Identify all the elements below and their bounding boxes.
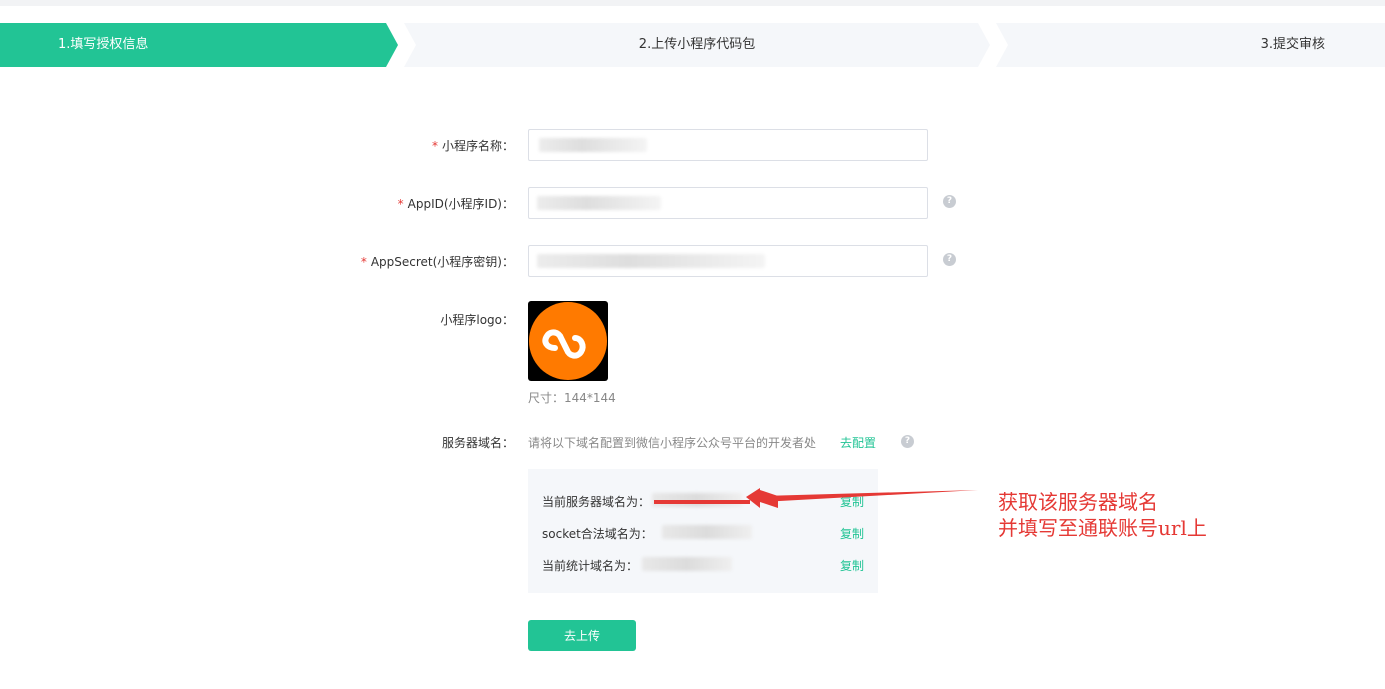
annotation-line-1: 获取该服务器域名 [998, 490, 1158, 514]
stepper: 1.填写授权信息 2.上传小程序代码包 3.提交审核 [0, 23, 1385, 67]
appid-input[interactable] [528, 187, 928, 219]
stats-domain-row: 当前统计域名为： [542, 559, 639, 573]
step-fill-auth-info[interactable]: 1.填写授权信息 [0, 23, 398, 67]
step-label: 2.上传小程序代码包 [638, 37, 756, 52]
logo-size-note: 尺寸：144*144 [528, 391, 616, 405]
go-config-link[interactable]: 去配置 [840, 434, 876, 451]
required-mark: * [397, 197, 404, 211]
mini-program-logo[interactable] [528, 301, 608, 381]
copy-stats-domain-button[interactable]: 复制 [840, 557, 864, 574]
mini-program-name-input[interactable] [528, 129, 928, 161]
redacted-value [537, 254, 765, 268]
question-mark-icon[interactable]: ? [943, 195, 956, 208]
annotation-line-2: 并填写至通联账号url上 [998, 516, 1207, 540]
copy-socket-domain-button[interactable]: 复制 [840, 525, 864, 542]
step-submit-review[interactable]: 3.提交审核 [996, 23, 1385, 67]
required-mark: * [360, 255, 367, 269]
domain-description: 请将以下域名配置到微信小程序公众号平台的开发者处 [528, 436, 817, 450]
upload-button[interactable]: 去上传 [528, 620, 636, 651]
server-domain-label: 服务器域名： [441, 436, 514, 450]
redacted-value [539, 138, 647, 152]
required-mark: * [431, 139, 438, 153]
top-band [0, 0, 1385, 6]
red-arrow-icon [654, 488, 978, 508]
appsecret-label: * AppSecret(小程序密钥)： [360, 255, 514, 269]
server-domain-row: 当前服务器域名为： [542, 495, 651, 509]
redacted-value [662, 525, 752, 539]
redacted-value [642, 557, 732, 571]
logo-label: 小程序logo： [440, 313, 514, 327]
step-label: 1.填写授权信息 [58, 37, 149, 52]
mini-program-logo-icon [529, 302, 607, 380]
mini-program-name-label: * 小程序名称： [431, 139, 514, 153]
question-mark-icon[interactable]: ? [901, 435, 914, 448]
appid-label: * AppID(小程序ID)： [397, 197, 514, 211]
appsecret-input[interactable] [528, 245, 928, 277]
step-upload-package[interactable]: 2.上传小程序代码包 [404, 23, 990, 67]
redacted-value [537, 196, 661, 210]
step-label: 3.提交审核 [1260, 37, 1325, 52]
socket-domain-row: socket合法域名为： [542, 527, 653, 541]
question-mark-icon[interactable]: ? [943, 253, 956, 266]
